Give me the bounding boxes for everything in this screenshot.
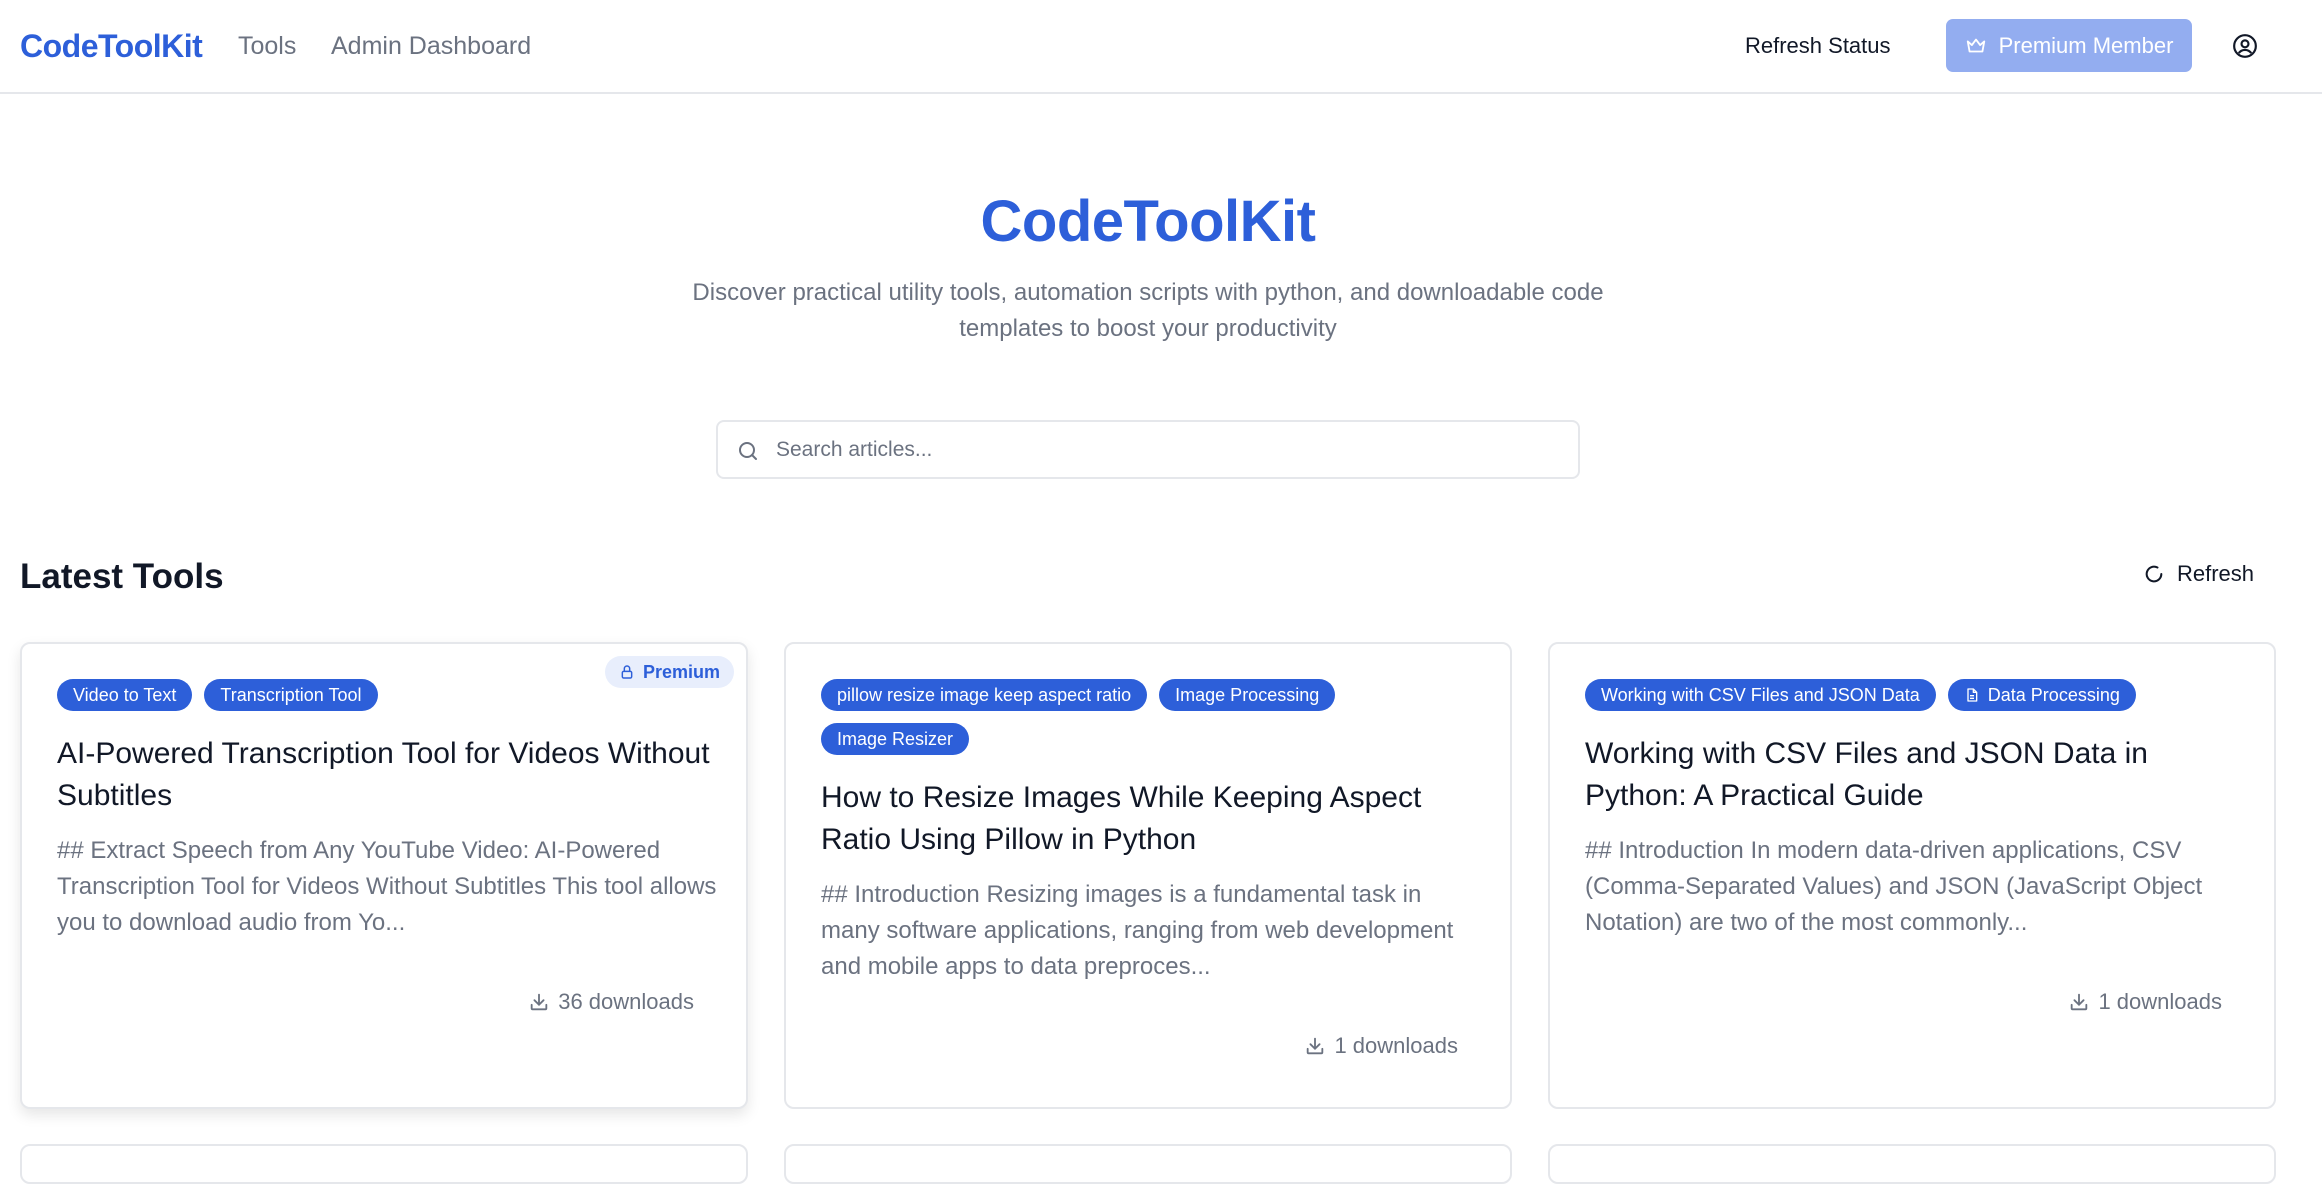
file-icon xyxy=(1967,688,1978,702)
tool-card-partial[interactable] xyxy=(784,1144,1512,1184)
tag-list: Working with CSV Files and JSON Data Dat… xyxy=(1585,679,2185,711)
hero-subtitle: Discover practical utility tools, automa… xyxy=(692,279,1604,342)
nav-link-tools[interactable]: Tools xyxy=(238,32,296,61)
tag[interactable]: Working with CSV Files and JSON Data xyxy=(1585,679,1936,711)
refresh-status-button[interactable]: Refresh Status xyxy=(1745,33,1891,59)
search-icon xyxy=(739,442,757,460)
tag-label: Data Processing xyxy=(1987,684,2120,705)
tool-card[interactable]: Working with CSV Files and JSON Data Dat… xyxy=(1548,642,2276,1109)
download-count: 1 downloads xyxy=(1304,1033,1458,1059)
card-excerpt: ## Introduction Resizing images is a fun… xyxy=(821,881,1454,980)
lock-icon xyxy=(621,665,633,679)
premium-member-label: Premium Member xyxy=(1998,32,2174,58)
download-icon xyxy=(530,993,548,1011)
download-icon xyxy=(2071,993,2088,1011)
card-excerpt: ## Extract Speech from Any YouTube Video… xyxy=(57,837,717,936)
download-count-label: 1 downloads xyxy=(2098,989,2222,1014)
tool-card[interactable]: pillow resize image keep aspect ratio Im… xyxy=(784,642,1512,1109)
tag[interactable]: Image Resizer xyxy=(821,723,970,755)
tag[interactable]: Image Processing xyxy=(1159,679,1336,711)
card-title[interactable]: AI-Powered Transcription Tool for Videos… xyxy=(57,733,717,817)
tag[interactable]: Video to Text xyxy=(57,679,193,711)
tag[interactable]: pillow resize image keep aspect ratio xyxy=(821,679,1148,711)
nav-link-admin-dashboard[interactable]: Admin Dashboard xyxy=(331,32,531,61)
tag[interactable]: Transcription Tool xyxy=(204,679,378,711)
download-icon xyxy=(1307,1037,1324,1055)
download-count-label: 1 downloads xyxy=(1334,1033,1458,1058)
download-count: 1 downloads xyxy=(2068,989,2222,1015)
card-title[interactable]: How to Resize Images While Keeping Aspec… xyxy=(821,777,1481,861)
search-input[interactable] xyxy=(776,432,1556,468)
hero-title: CodeToolKit xyxy=(980,189,1316,254)
tool-card-partial[interactable] xyxy=(20,1144,748,1184)
premium-member-button[interactable]: Premium Member xyxy=(1946,19,2192,72)
refresh-label: Refresh xyxy=(2177,561,2255,586)
tag-list: Video to Text Transcription Tool xyxy=(57,679,657,711)
crown-icon xyxy=(1966,38,1985,52)
brand-logo[interactable]: CodeToolKit xyxy=(20,28,203,65)
top-navbar: CodeToolKit Tools Admin Dashboard Refres… xyxy=(0,0,2322,94)
tool-card[interactable]: Premium Video to Text Transcription Tool… xyxy=(20,642,748,1109)
tag-with-icon[interactable]: Data Processing xyxy=(1947,679,2136,711)
tool-card-partial[interactable] xyxy=(1548,1144,2276,1184)
download-count: 36 downloads xyxy=(528,989,694,1015)
download-count-label: 36 downloads xyxy=(558,989,694,1014)
search-box[interactable] xyxy=(716,420,1580,479)
tag-list: pillow resize image keep aspect ratio Im… xyxy=(821,679,1421,755)
user-circle-icon[interactable] xyxy=(2232,33,2258,59)
card-title[interactable]: Working with CSV Files and JSON Data in … xyxy=(1585,733,2245,817)
card-excerpt: ## Introduction In modern data-driven ap… xyxy=(1585,837,2203,936)
refresh-button[interactable]: Refresh xyxy=(2143,561,2254,587)
section-title: Latest Tools xyxy=(20,557,224,596)
refresh-spinner-icon xyxy=(2145,565,2163,583)
